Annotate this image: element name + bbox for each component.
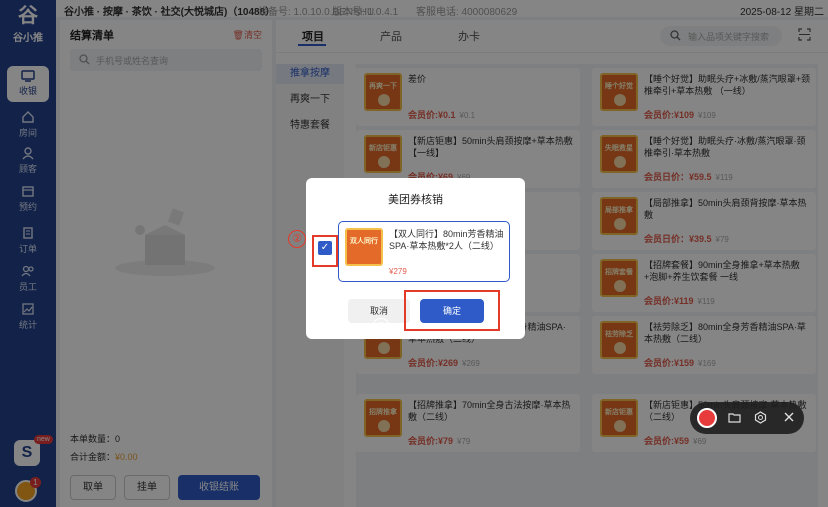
- settings-icon[interactable]: [754, 411, 767, 424]
- voucher-name: 【双人同行】80min芳香精油SPA·草本热敷*2人（二线）: [389, 229, 504, 251]
- annotation-box-step2: [312, 235, 338, 267]
- close-icon[interactable]: [783, 411, 795, 423]
- annotation-box-step3: [404, 290, 500, 331]
- screen-recorder-toolbar: [690, 402, 804, 434]
- dialog-title: 美团券核销: [388, 194, 443, 206]
- annotation-step2-label: ②: [288, 230, 306, 248]
- record-button[interactable]: [697, 408, 717, 428]
- voucher-item[interactable]: 双人同行 【双人同行】80min芳香精油SPA·草本热敷*2人（二线） ¥279: [338, 221, 510, 282]
- annotation-step3-label: ③: [372, 318, 390, 336]
- voucher-price: ¥279: [389, 267, 407, 276]
- voucher-thumbnail: 双人同行: [345, 228, 383, 266]
- folder-icon[interactable]: [728, 411, 741, 424]
